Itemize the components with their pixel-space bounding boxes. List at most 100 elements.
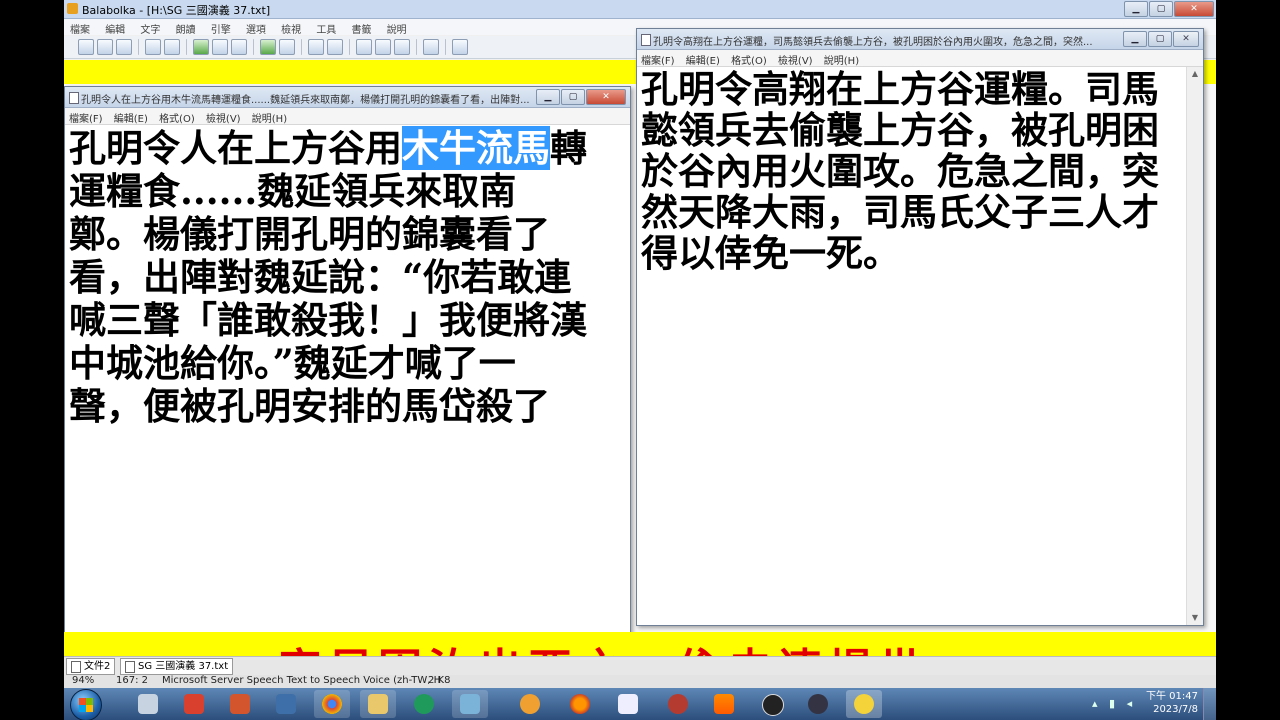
copy-icon[interactable]	[356, 39, 372, 55]
taskbar-app-balabolka[interactable]	[846, 690, 882, 718]
document-right-title: 孔明令高翔在上方谷運糧，司馬懿領兵去偷襲上方谷，被孔明困於谷內用火圍攻，危急之間…	[653, 37, 1093, 48]
save-icon[interactable]	[116, 39, 132, 55]
new-file-icon[interactable]	[78, 39, 94, 55]
stop-icon[interactable]	[231, 39, 247, 55]
vertical-scrollbar[interactable]: ▲ ▼	[1186, 67, 1203, 625]
taskbar-app-chrome[interactable]	[314, 690, 350, 718]
print-icon[interactable]	[145, 39, 161, 55]
calculator-icon	[618, 694, 638, 714]
maximize-button[interactable]: ▢	[561, 89, 585, 105]
document-window-right: 孔明令高翔在上方谷運糧，司馬懿領兵去偷襲上方谷，被孔明困於谷內用火圍攻，危急之間…	[636, 28, 1204, 626]
tab-label: 文件2	[84, 661, 111, 672]
tab-document-2[interactable]: 文件2	[66, 658, 116, 675]
open-file-icon[interactable]	[97, 39, 113, 55]
taskbar-app-media[interactable]	[512, 690, 548, 718]
toolbar-separator	[445, 39, 446, 55]
dictionary-icon[interactable]	[327, 39, 343, 55]
minimize-button[interactable]: ▁	[1124, 1, 1148, 17]
pdf-icon	[184, 694, 204, 714]
toolbar-separator	[416, 39, 417, 55]
tab-sg-37[interactable]: SG 三國演義 37.txt	[120, 658, 234, 675]
powerpoint-icon	[230, 694, 250, 714]
taskbar-app-recycle[interactable]	[406, 690, 442, 718]
network-icon	[276, 694, 296, 714]
document-window-left: 孔明令人在上方谷用木牛流馬轉運糧食......魏延領兵來取南鄭，楊儀打開孔明的錦…	[64, 86, 631, 634]
document-right-controls: ▁ ▢ ✕	[1123, 31, 1199, 47]
menu-format[interactable]: 格式(O)	[155, 108, 199, 127]
status-bar: 94% 167: 2 Microsoft Server Speech Text …	[64, 675, 1216, 688]
document-right-titlebar[interactable]: 孔明令高翔在上方谷運糧，司馬懿領兵去偷襲上方谷，被孔明困於谷內用火圍攻，危急之間…	[637, 29, 1203, 50]
minimize-button[interactable]: ▁	[1123, 31, 1147, 47]
close-button[interactable]: ✕	[586, 89, 626, 105]
text-after-selection: 轉運糧食......魏延領兵來取南鄭。楊儀打開孔明的錦囊看了看，出陣對魏延說：“…	[69, 126, 587, 428]
clock-time: 下午 01:47	[1146, 691, 1198, 702]
taskbar-app-obs[interactable]	[754, 690, 790, 718]
clock[interactable]: 下午 01:47 2023/7/8	[1146, 690, 1198, 716]
subtitle-banner: ...害尼困汝出亞之，偸去連場世	[64, 632, 1216, 656]
close-button[interactable]: ✕	[1173, 31, 1199, 47]
pen-tablet-icon	[460, 694, 480, 714]
taskbar-app-pen[interactable]	[452, 690, 488, 718]
vlc-icon	[714, 694, 734, 714]
taskbar-app-devil[interactable]	[660, 690, 696, 718]
menu-view[interactable]: 檢視(V)	[202, 108, 245, 127]
zoom-level: 94%	[72, 675, 95, 686]
save-audio-icon[interactable]	[164, 39, 180, 55]
minimize-button[interactable]: ▁	[536, 89, 560, 105]
file-size: 2 K8	[428, 675, 451, 686]
main-window-titlebar[interactable]: Balabolka - [H:\SG 三國演義 37.txt] ▁ ▢ ✕	[64, 0, 1216, 19]
export-icon[interactable]	[308, 39, 324, 55]
window-tile-icon[interactable]	[394, 39, 410, 55]
balabolka-app-icon	[67, 3, 78, 14]
toolbar-separator	[138, 39, 139, 55]
balabolka-icon	[854, 694, 874, 714]
document-icon	[641, 34, 651, 46]
scroll-up-arrow-icon[interactable]: ▲	[1187, 67, 1203, 81]
document-right-menu: 檔案(F) 編輯(E) 格式(O) 檢視(V) 說明(H)	[637, 50, 1203, 67]
main-window-title: Balabolka - [H:\SG 三國演義 37.txt]	[82, 4, 271, 17]
convert-icon[interactable]	[279, 39, 295, 55]
menu-edit[interactable]: 編輯(E)	[110, 108, 152, 127]
paste-icon[interactable]	[375, 39, 391, 55]
bird-icon	[808, 694, 828, 714]
menu-file[interactable]: 檔案(F)	[65, 108, 107, 127]
document-left-title: 孔明令人在上方谷用木牛流馬轉運糧食......魏延領兵來取南鄭，楊儀打開孔明的錦…	[81, 95, 530, 106]
voice-name: Microsoft Server Speech Text to Speech V…	[162, 675, 442, 686]
selected-text: 木牛流馬	[402, 126, 550, 170]
devil-icon	[668, 694, 688, 714]
chrome-icon	[322, 694, 342, 714]
people-icon	[138, 694, 158, 714]
document-right-text-area[interactable]: 孔明令高翔在上方谷運糧。司馬懿領兵去偷襲上方谷，被孔明困於谷內用火圍攻。危急之間…	[641, 69, 1161, 274]
document-left-text-area[interactable]: 孔明令人在上方谷用木牛流馬轉運糧食......魏延領兵來取南鄭。楊儀打開孔明的錦…	[69, 126, 589, 428]
read-clipboard-icon[interactable]	[260, 39, 276, 55]
document-icon	[71, 660, 81, 673]
play-icon[interactable]	[193, 39, 209, 55]
start-button[interactable]	[70, 689, 102, 720]
help-icon[interactable]	[452, 39, 468, 55]
menu-help[interactable]: 說明(H)	[248, 108, 291, 127]
show-desktop-button[interactable]	[1203, 688, 1216, 720]
taskbar-app-firefox[interactable]	[562, 690, 598, 718]
cursor-position: 167: 2	[116, 675, 148, 686]
taskbar-app-bird[interactable]	[800, 690, 836, 718]
taskbar-app-explorer[interactable]	[360, 690, 396, 718]
tray-icons[interactable]: ▴ ▮ ◂	[1092, 697, 1136, 710]
layout-dropdown-icon[interactable]	[423, 39, 439, 55]
close-button[interactable]: ✕	[1174, 1, 1214, 17]
document-left-titlebar[interactable]: 孔明令人在上方谷用木牛流馬轉運糧食......魏延領兵來取南鄭，楊儀打開孔明的錦…	[65, 87, 630, 108]
taskbar-app-network[interactable]	[268, 690, 304, 718]
taskbar-app-people[interactable]	[130, 690, 166, 718]
toolbar-separator	[253, 39, 254, 55]
maximize-button[interactable]: ▢	[1149, 1, 1173, 17]
media-player-icon	[520, 694, 540, 714]
taskbar-app-powerpoint[interactable]	[222, 690, 258, 718]
taskbar-app-pdf[interactable]	[176, 690, 212, 718]
pause-icon[interactable]	[212, 39, 228, 55]
document-tab-bar: 文件2 SG 三國演義 37.txt	[64, 656, 1216, 675]
document-icon	[125, 660, 135, 673]
maximize-button[interactable]: ▢	[1148, 31, 1172, 47]
desktop-screen: Balabolka - [H:\SG 三國演義 37.txt] ▁ ▢ ✕ 檔案…	[64, 0, 1216, 720]
taskbar-app-vlc[interactable]	[706, 690, 742, 718]
taskbar-app-calculator[interactable]	[610, 690, 646, 718]
scroll-down-arrow-icon[interactable]: ▼	[1187, 611, 1203, 625]
